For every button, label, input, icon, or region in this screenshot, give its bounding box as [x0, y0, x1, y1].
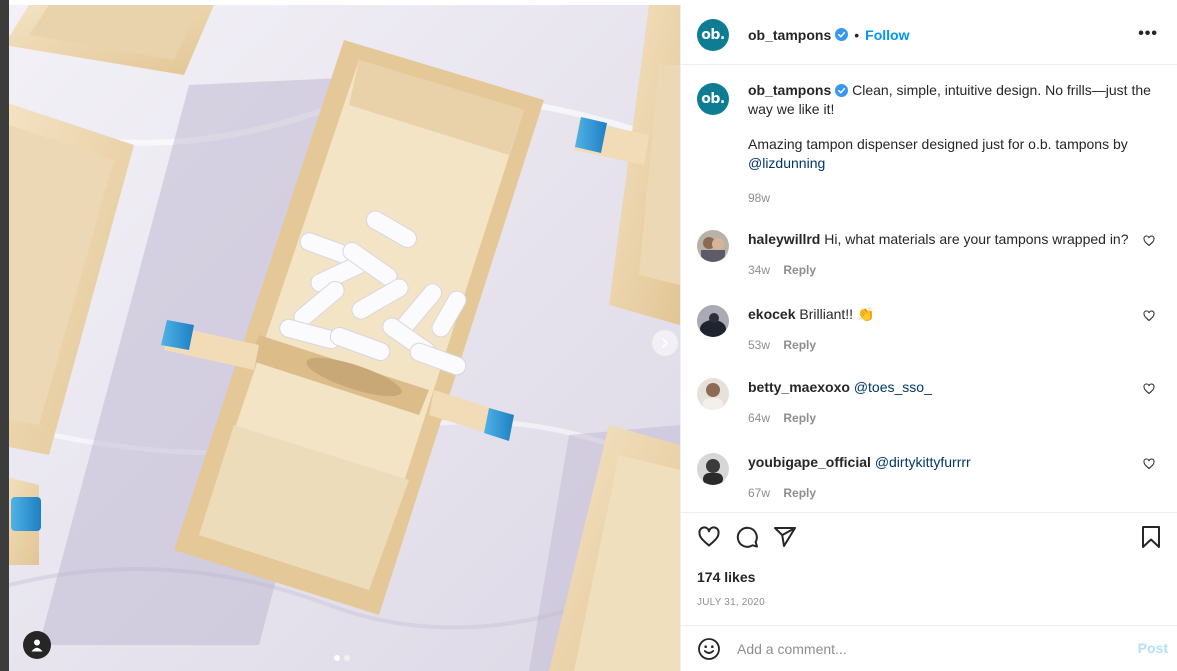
- commenter-handle[interactable]: youbigape_official: [748, 454, 871, 470]
- instagram-post-view: ob. ob_tampons • Follow ••• ob. ob_tampo…: [0, 0, 1177, 671]
- action-icons: [697, 525, 797, 552]
- post-date[interactable]: JULY 31, 2020: [697, 597, 765, 608]
- comment-time[interactable]: 67w: [748, 486, 770, 500]
- comment-body: youbigape_official @dirtykittyfurrrr 67w…: [748, 453, 1138, 503]
- comment-mention-link[interactable]: @dirtykittyfurrrr: [875, 454, 971, 470]
- comment-time[interactable]: 34w: [748, 263, 770, 277]
- reply-button[interactable]: Reply: [783, 338, 816, 352]
- comment-body: ekocek Brilliant!! 👏 53w Reply: [748, 305, 1138, 355]
- post-media[interactable]: [9, 5, 680, 671]
- carousel-dot: [344, 655, 350, 661]
- verified-badge-icon: [835, 84, 849, 97]
- comment-icon: [736, 526, 758, 548]
- commenter-avatar[interactable]: [697, 305, 729, 337]
- post-photo: [9, 5, 680, 671]
- comment-input[interactable]: [737, 640, 1117, 657]
- comment-composer: Post: [681, 625, 1177, 671]
- post-comment-button[interactable]: Post: [1138, 640, 1168, 656]
- post-details-panel: ob. ob_tampons • Follow ••• ob. ob_tampo…: [680, 5, 1177, 671]
- commenter-handle[interactable]: betty_maexoxo: [748, 379, 850, 395]
- comment-text: Hi, what materials are your tampons wrap…: [824, 231, 1129, 247]
- separator-dot: •: [854, 26, 860, 43]
- chevron-right-icon: [662, 338, 669, 348]
- reply-button[interactable]: Reply: [783, 263, 816, 277]
- comment-item: ekocek Brilliant!! 👏 53w Reply: [697, 305, 1167, 355]
- like-button[interactable]: [697, 525, 721, 552]
- like-comment-heart-icon[interactable]: [1143, 458, 1155, 470]
- more-options-icon[interactable]: •••: [1138, 25, 1158, 43]
- commenter-avatar[interactable]: [697, 453, 729, 485]
- comment-body: betty_maexoxo @toes_sso_ 64w Reply: [748, 378, 1138, 428]
- like-comment-heart-icon[interactable]: [1143, 383, 1155, 395]
- share-button[interactable]: [773, 525, 797, 552]
- post-header: ob. ob_tampons • Follow •••: [681, 5, 1177, 65]
- avatar-initials: ob.: [701, 91, 725, 107]
- caption-second-paragraph: Amazing tampon dispenser designed just f…: [748, 135, 1158, 173]
- comment-mention-link[interactable]: @toes_sso_: [854, 379, 932, 395]
- tagged-users-button[interactable]: [23, 631, 51, 659]
- like-count[interactable]: 174 likes: [697, 569, 755, 585]
- caption-mention-link[interactable]: @lizdunning: [748, 155, 825, 171]
- post-caption: ob. ob_tampons Clean, simple, intuitive …: [697, 81, 1167, 208]
- avatar-initials: ob.: [701, 26, 725, 43]
- carousel-indicator: [334, 655, 350, 661]
- caption-body: ob_tampons Clean, simple, intuitive desi…: [748, 81, 1158, 208]
- emoji-icon[interactable]: [697, 637, 721, 661]
- commenter-handle[interactable]: haleywillrd: [748, 231, 820, 247]
- follow-button[interactable]: Follow: [865, 27, 909, 43]
- post-actions: 174 likes JULY 31, 2020: [681, 512, 1177, 625]
- comment-item: haleywillrd Hi, what materials are your …: [697, 230, 1167, 280]
- comment-text: Brilliant!! 👏: [799, 306, 875, 322]
- carousel-dot: [334, 655, 340, 661]
- heart-icon: [698, 526, 720, 547]
- commenter-handle[interactable]: ekocek: [748, 306, 795, 322]
- bookmark-icon: [1142, 526, 1160, 548]
- reply-button[interactable]: Reply: [783, 486, 816, 500]
- comment-meta: 34w Reply: [748, 261, 1138, 280]
- carousel-next-button[interactable]: [652, 330, 678, 356]
- comments-list[interactable]: ob. ob_tampons Clean, simple, intuitive …: [681, 65, 1177, 512]
- comment-item: betty_maexoxo @toes_sso_ 64w Reply: [697, 378, 1167, 428]
- comment-meta: 64w Reply: [748, 409, 1138, 428]
- save-button[interactable]: [1140, 525, 1162, 552]
- like-comment-heart-icon[interactable]: [1143, 310, 1155, 322]
- comment-button[interactable]: [735, 525, 759, 552]
- author-handle[interactable]: ob_tampons: [748, 27, 831, 43]
- caption-author-handle[interactable]: ob_tampons: [748, 82, 831, 98]
- caption-timestamp[interactable]: 98w: [748, 189, 1158, 208]
- user-tag-icon: [31, 639, 43, 652]
- commenter-avatar[interactable]: [697, 230, 729, 262]
- caption-text-2: Amazing tampon dispenser designed just f…: [748, 136, 1128, 152]
- comment-time[interactable]: 64w: [748, 411, 770, 425]
- caption-first-paragraph: ob_tampons Clean, simple, intuitive desi…: [748, 81, 1158, 119]
- comment-time[interactable]: 53w: [748, 338, 770, 352]
- verified-badge-icon: [835, 28, 849, 41]
- comment-item: youbigape_official @dirtykittyfurrrr 67w…: [697, 453, 1167, 503]
- author-avatar[interactable]: ob.: [697, 18, 729, 51]
- commenter-avatar[interactable]: [697, 378, 729, 410]
- caption-author-avatar[interactable]: ob.: [697, 83, 729, 115]
- comment-body: haleywillrd Hi, what materials are your …: [748, 230, 1138, 280]
- share-icon: [774, 527, 796, 547]
- window-edge: [0, 0, 9, 671]
- comment-meta: 67w Reply: [748, 484, 1138, 503]
- reply-button[interactable]: Reply: [783, 411, 816, 425]
- like-comment-heart-icon[interactable]: [1143, 235, 1155, 247]
- comment-meta: 53w Reply: [748, 336, 1138, 355]
